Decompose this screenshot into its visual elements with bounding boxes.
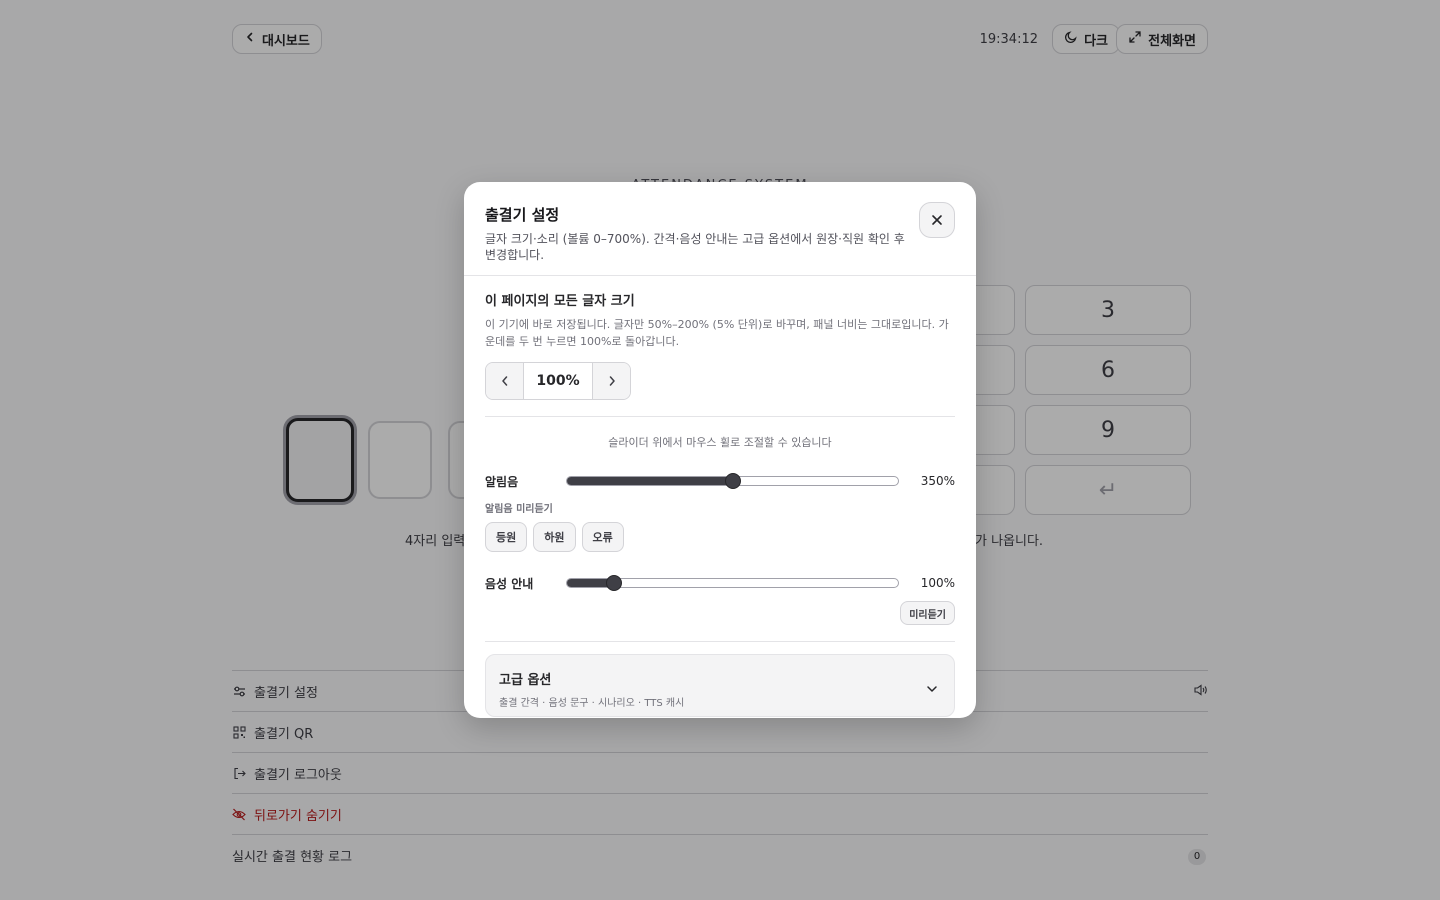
alarm-preview-buttons: 등원 하원 오류 xyxy=(485,522,955,552)
font-size-stepper: 100% xyxy=(485,362,631,400)
chevron-down-icon xyxy=(926,679,938,698)
preview-arrival-button[interactable]: 등원 xyxy=(485,522,528,552)
modal-title: 출결기 설정 xyxy=(485,206,560,224)
wheel-hint: 슬라이더 위에서 마우스 휠로 조절할 수 있습니다 xyxy=(608,436,832,449)
voice-volume-row: 음성 안내 100% xyxy=(485,572,955,594)
voice-preview-button[interactable]: 미리듣기 xyxy=(900,601,955,625)
alarm-volume-value: 350% xyxy=(920,474,955,488)
font-size-value[interactable]: 100% xyxy=(523,363,593,399)
alarm-volume-row: 알림음 350% xyxy=(485,470,955,492)
chevron-left-icon xyxy=(500,372,510,391)
font-size-section-description: 이 기기에 바로 저장됩니다. 글자만 50%–200% (5% 단위)로 바꾸… xyxy=(485,318,949,348)
alarm-volume-label: 알림음 xyxy=(485,475,519,489)
voice-volume-label: 음성 안내 xyxy=(485,577,534,591)
alarm-preview-label: 알림음 미리듣기 xyxy=(485,504,553,515)
alarm-volume-fill xyxy=(567,477,733,485)
chevron-right-icon xyxy=(607,372,617,391)
font-size-decrease-button[interactable] xyxy=(486,363,523,399)
settings-modal: 출결기 설정 글자 크기·소리 (볼륨 0–700%). 간격·음성 안내는 고… xyxy=(464,182,976,718)
preview-departure-button[interactable]: 하원 xyxy=(533,522,576,552)
preview-error-button[interactable]: 오류 xyxy=(581,522,624,552)
modal-header: 출결기 설정 글자 크기·소리 (볼륨 0–700%). 간격·음성 안내는 고… xyxy=(464,182,976,276)
close-button[interactable] xyxy=(919,202,955,238)
voice-preview-wrap: 미리듣기 xyxy=(485,601,955,625)
divider xyxy=(485,641,955,642)
voice-volume-thumb[interactable] xyxy=(605,575,622,591)
voice-volume-value: 100% xyxy=(920,576,955,590)
advanced-options-title: 고급 옵션 xyxy=(499,673,552,688)
divider xyxy=(485,416,955,417)
modal-body: 이 페이지의 모든 글자 크기 이 기기에 바로 저장됩니다. 글자만 50%–… xyxy=(464,276,976,717)
close-icon xyxy=(931,211,943,230)
modal-description: 글자 크기·소리 (볼륨 0–700%). 간격·음성 안내는 고급 옵션에서 … xyxy=(485,232,905,262)
font-size-increase-button[interactable] xyxy=(593,363,630,399)
alarm-volume-thumb[interactable] xyxy=(724,473,741,489)
advanced-options-subtitle: 출결 간격 · 음성 문구 · 시나리오 · TTS 캐시 xyxy=(499,698,685,709)
advanced-options-toggle[interactable]: 고급 옵션 출결 간격 · 음성 문구 · 시나리오 · TTS 캐시 xyxy=(485,654,955,717)
font-size-section-title: 이 페이지의 모든 글자 크기 xyxy=(485,294,635,309)
